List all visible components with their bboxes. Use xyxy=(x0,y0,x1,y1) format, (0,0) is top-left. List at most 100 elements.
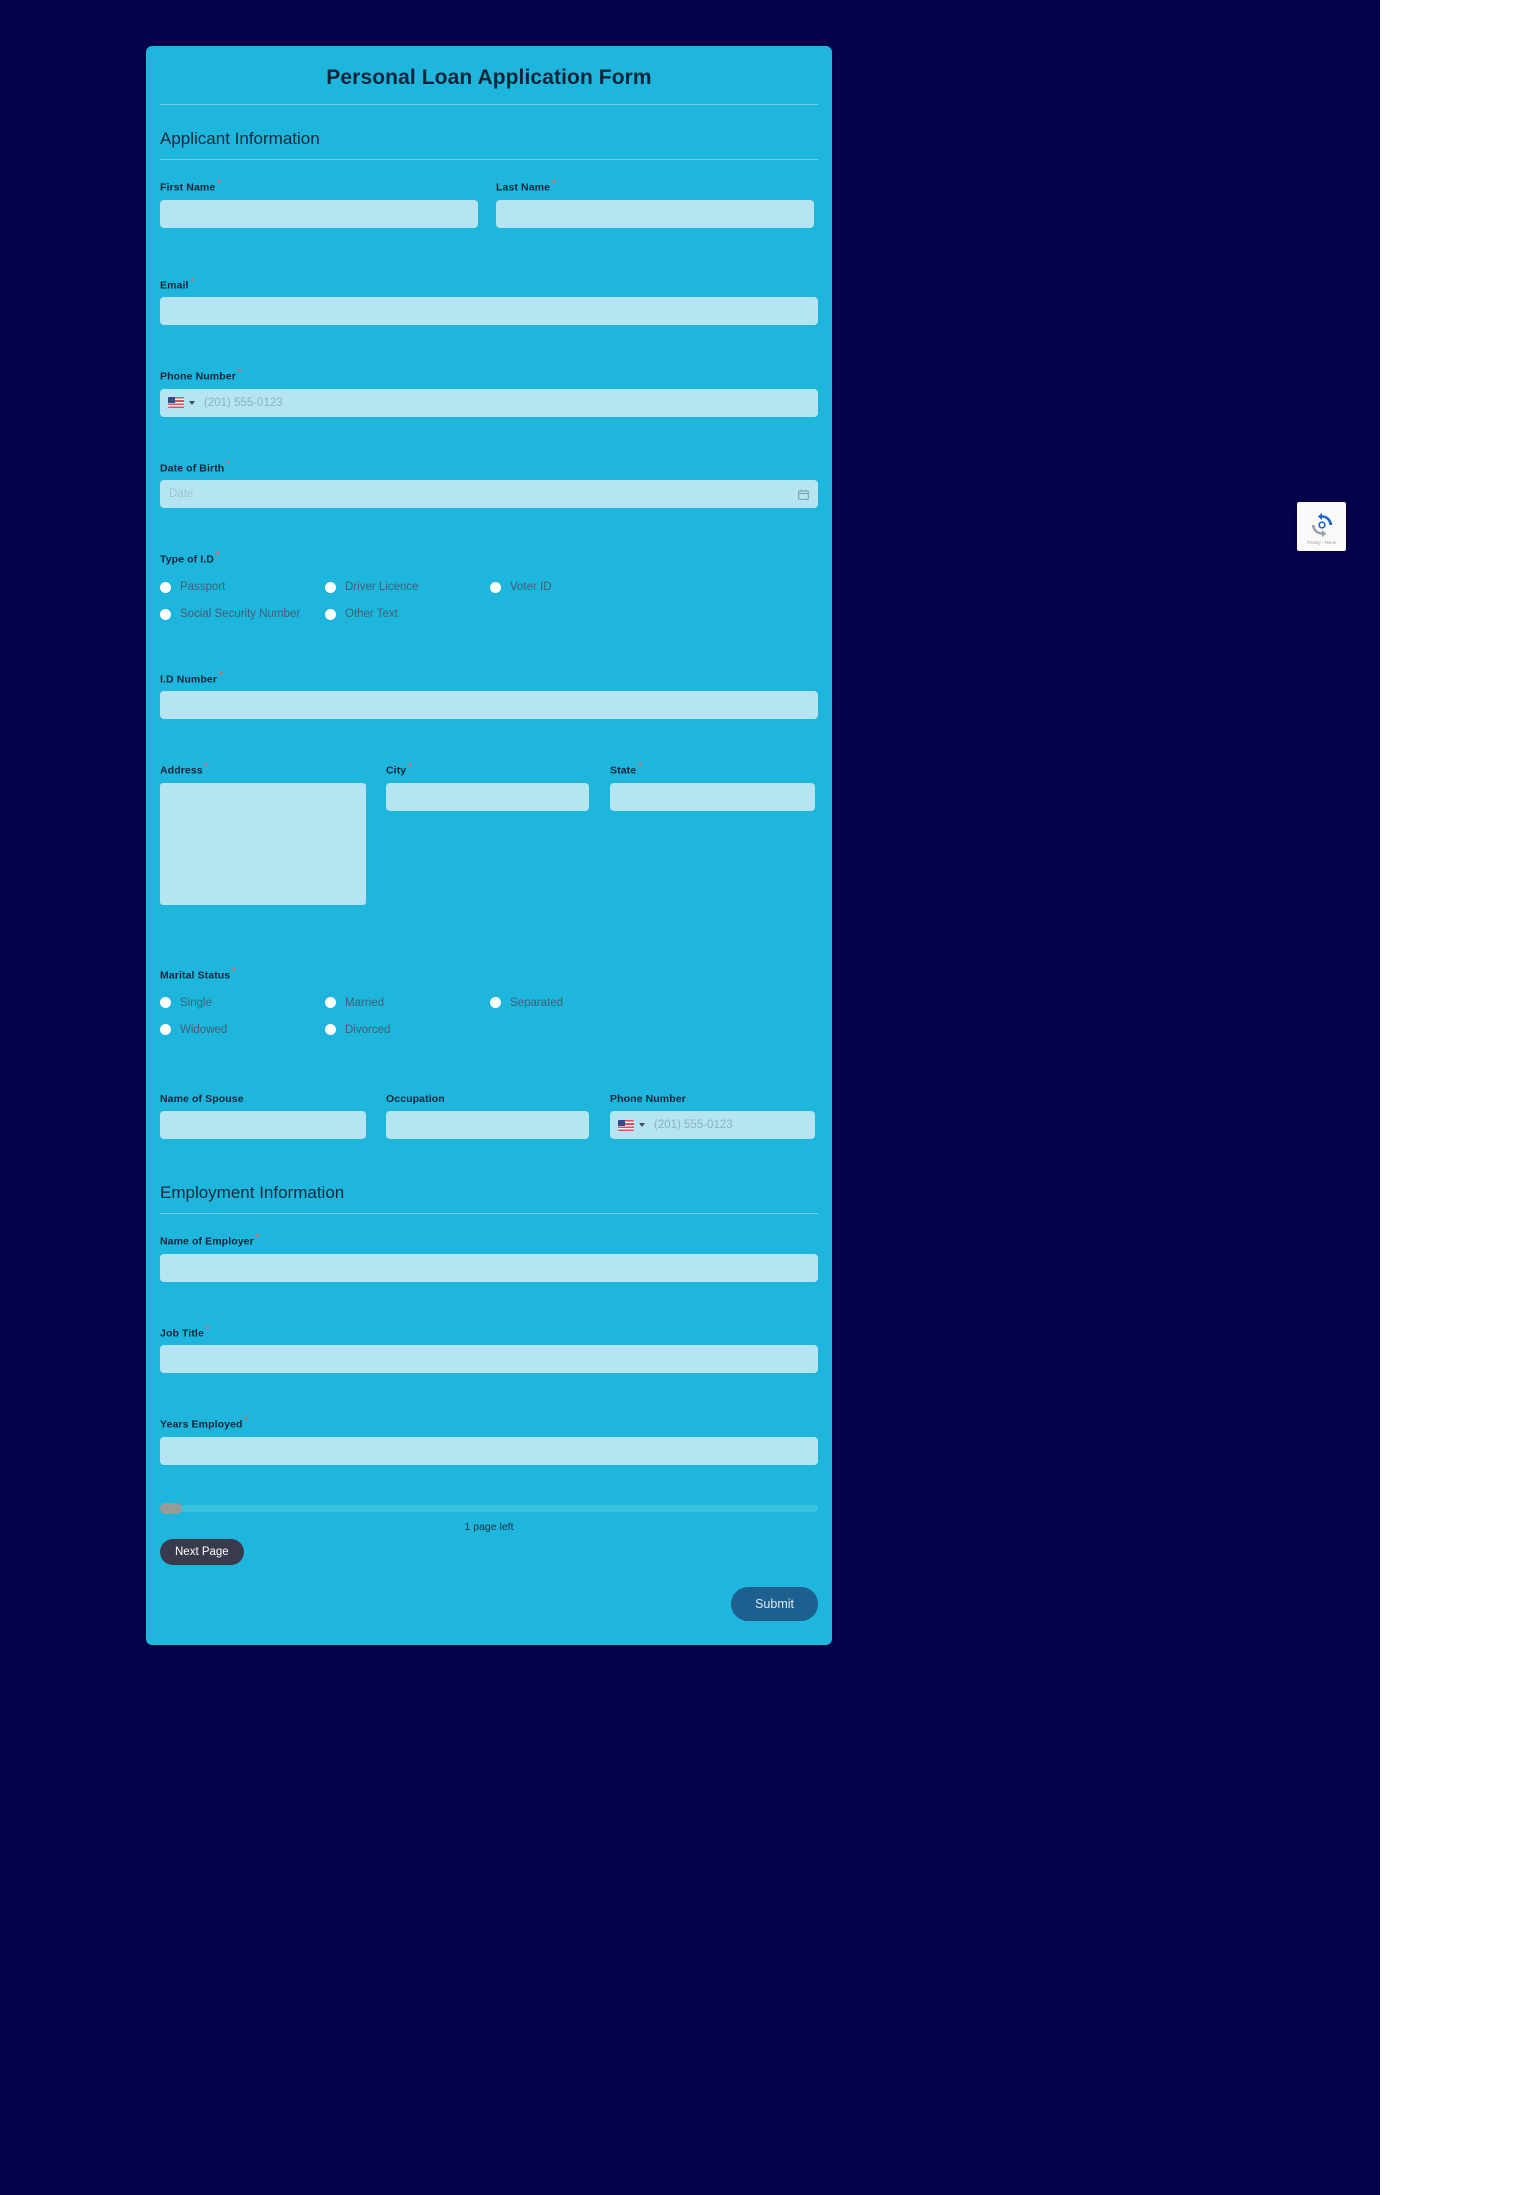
required-asterisk: * xyxy=(638,761,642,771)
required-asterisk: * xyxy=(190,275,195,286)
section-divider-employment xyxy=(160,1213,818,1214)
state-label: State * xyxy=(610,761,642,777)
radio-option-driver-licence[interactable]: Driver Licence xyxy=(325,574,490,601)
state-input[interactable] xyxy=(610,782,815,811)
radio-option-social-security-number[interactable]: Social Security Number xyxy=(160,601,325,628)
radio-indicator xyxy=(160,608,171,620)
address-textarea[interactable] xyxy=(160,782,366,905)
section-heading-applicant-information: Applicant Information xyxy=(160,129,320,148)
address-group: Address * xyxy=(160,761,366,910)
name-of-employer-group: Name of Employer * xyxy=(160,1232,818,1282)
phone-number-input[interactable]: (201) 555-0123 xyxy=(160,388,818,417)
radio-indicator xyxy=(325,1024,336,1035)
radio-option-separated[interactable]: Separated xyxy=(490,989,655,1016)
required-asterisk: * xyxy=(237,367,242,377)
chevron-down-icon[interactable] xyxy=(639,1123,645,1127)
submit-row: Submit xyxy=(146,1565,832,1645)
job-title-input[interactable] xyxy=(160,1345,818,1373)
recaptcha-badge[interactable]: Privacy - Terms xyxy=(1297,502,1346,551)
first-name-label: First Name * xyxy=(160,178,221,194)
date-placeholder: Date xyxy=(169,488,194,500)
marital-status-group: Marital Status * Single Married Separated xyxy=(160,966,818,1044)
pages-left-label: 1 page left xyxy=(464,1520,514,1533)
radio-option-label: Social Security Number xyxy=(180,608,301,620)
progress-bar-handle[interactable] xyxy=(160,1502,182,1514)
required-asterisk: * xyxy=(244,1415,249,1425)
name-of-employer-input[interactable] xyxy=(160,1253,818,1282)
radio-option-married[interactable]: Married xyxy=(325,989,490,1016)
first-name-input[interactable] xyxy=(160,199,478,228)
email-input[interactable] xyxy=(160,297,818,325)
screenshot-root: Personal Loan Application Form Applicant… xyxy=(0,0,1532,2195)
radio-option-label: Divorced xyxy=(345,1023,391,1036)
email-group: Email * xyxy=(160,275,818,325)
type-of-id-label: Type of I.D * xyxy=(160,550,220,566)
radio-indicator xyxy=(160,997,171,1008)
loan-application-form-card: Personal Loan Application Form Applicant… xyxy=(146,46,832,1645)
date-of-birth-input[interactable]: Date xyxy=(160,480,818,508)
occupation-input[interactable] xyxy=(386,1111,589,1139)
last-name-label: Last Name * xyxy=(496,178,556,194)
submit-button[interactable]: Submit xyxy=(731,1586,818,1621)
marital-status-options: Single Married Separated Widowed Divorce… xyxy=(160,989,818,1043)
radio-option-passport[interactable]: Passport xyxy=(160,574,325,601)
radio-option-label: Separated xyxy=(510,996,564,1009)
radio-option-other-text[interactable]: Other Text xyxy=(325,601,490,628)
occupation-label: Occupation xyxy=(386,1093,445,1105)
required-asterisk: * xyxy=(205,1323,210,1334)
id-number-input[interactable] xyxy=(160,691,818,719)
required-asterisk: * xyxy=(219,669,223,680)
spouse-phone-placeholder: (201) 555-0123 xyxy=(654,1119,733,1131)
spouse-phone-number-input[interactable]: (201) 555-0123 xyxy=(610,1111,815,1139)
radio-option-label: Widowed xyxy=(180,1023,228,1036)
recaptcha-links[interactable]: Privacy - Terms xyxy=(1307,540,1336,545)
occupation-group: Occupation xyxy=(386,1093,589,1139)
calendar-icon[interactable] xyxy=(798,489,809,500)
radio-option-single[interactable]: Single xyxy=(160,989,325,1016)
date-of-birth-label: Date of Birth * xyxy=(160,458,230,475)
first-name-group: First Name * xyxy=(160,178,478,228)
name-of-spouse-group: Name of Spouse xyxy=(160,1093,366,1139)
years-employed-group: Years Employed * xyxy=(160,1415,818,1465)
name-of-spouse-input[interactable] xyxy=(160,1111,366,1139)
last-name-input[interactable] xyxy=(496,199,814,228)
required-asterisk: * xyxy=(226,458,230,469)
job-title-label: Job Title * xyxy=(160,1323,210,1340)
radio-indicator xyxy=(160,1024,171,1035)
radio-option-divorced[interactable]: Divorced xyxy=(325,1016,490,1043)
us-flag-icon xyxy=(168,397,184,408)
section-heading-employment-information: Employment Information xyxy=(160,1183,345,1202)
radio-option-label: Other Text xyxy=(345,608,398,620)
city-group: City * xyxy=(386,761,589,910)
years-employed-input[interactable] xyxy=(160,1436,818,1465)
required-asterisk: * xyxy=(408,761,412,771)
progress-bar-track[interactable] xyxy=(160,1502,818,1514)
radio-option-label: Voter ID xyxy=(510,581,552,593)
id-number-group: I.D Number * xyxy=(160,669,818,719)
spouse-phone-number-group: Phone Number (201) 555-0123 xyxy=(610,1093,815,1139)
years-employed-label: Years Employed * xyxy=(160,1415,249,1431)
job-title-group: Job Title * xyxy=(160,1323,818,1373)
radio-option-widowed[interactable]: Widowed xyxy=(160,1016,325,1043)
spouse-phone-number-label: Phone Number xyxy=(610,1093,686,1105)
address-row: Address * City * State * xyxy=(160,761,818,910)
radio-indicator xyxy=(325,608,336,620)
radio-option-label: Married xyxy=(345,996,384,1009)
date-of-birth-group: Date of Birth * Date xyxy=(160,458,818,508)
email-label: Email * xyxy=(160,275,195,292)
section-divider-applicant xyxy=(160,159,818,160)
phone-number-label: Phone Number * xyxy=(160,367,242,383)
required-asterisk: * xyxy=(217,178,221,188)
next-page-button[interactable]: Next Page xyxy=(160,1538,244,1565)
required-asterisk: * xyxy=(204,761,209,771)
required-asterisk: * xyxy=(232,965,236,976)
type-of-id-group: Type of I.D * Passport Driver Licence Vot… xyxy=(160,550,818,628)
radio-option-voter-id[interactable]: Voter ID xyxy=(490,574,655,601)
required-asterisk: * xyxy=(255,1232,260,1242)
radio-indicator xyxy=(325,997,336,1008)
name-of-employer-label: Name of Employer * xyxy=(160,1232,260,1248)
city-input[interactable] xyxy=(386,782,589,811)
chevron-down-icon[interactable] xyxy=(189,400,195,405)
us-flag-icon xyxy=(618,1119,634,1131)
city-label: City * xyxy=(386,761,412,777)
